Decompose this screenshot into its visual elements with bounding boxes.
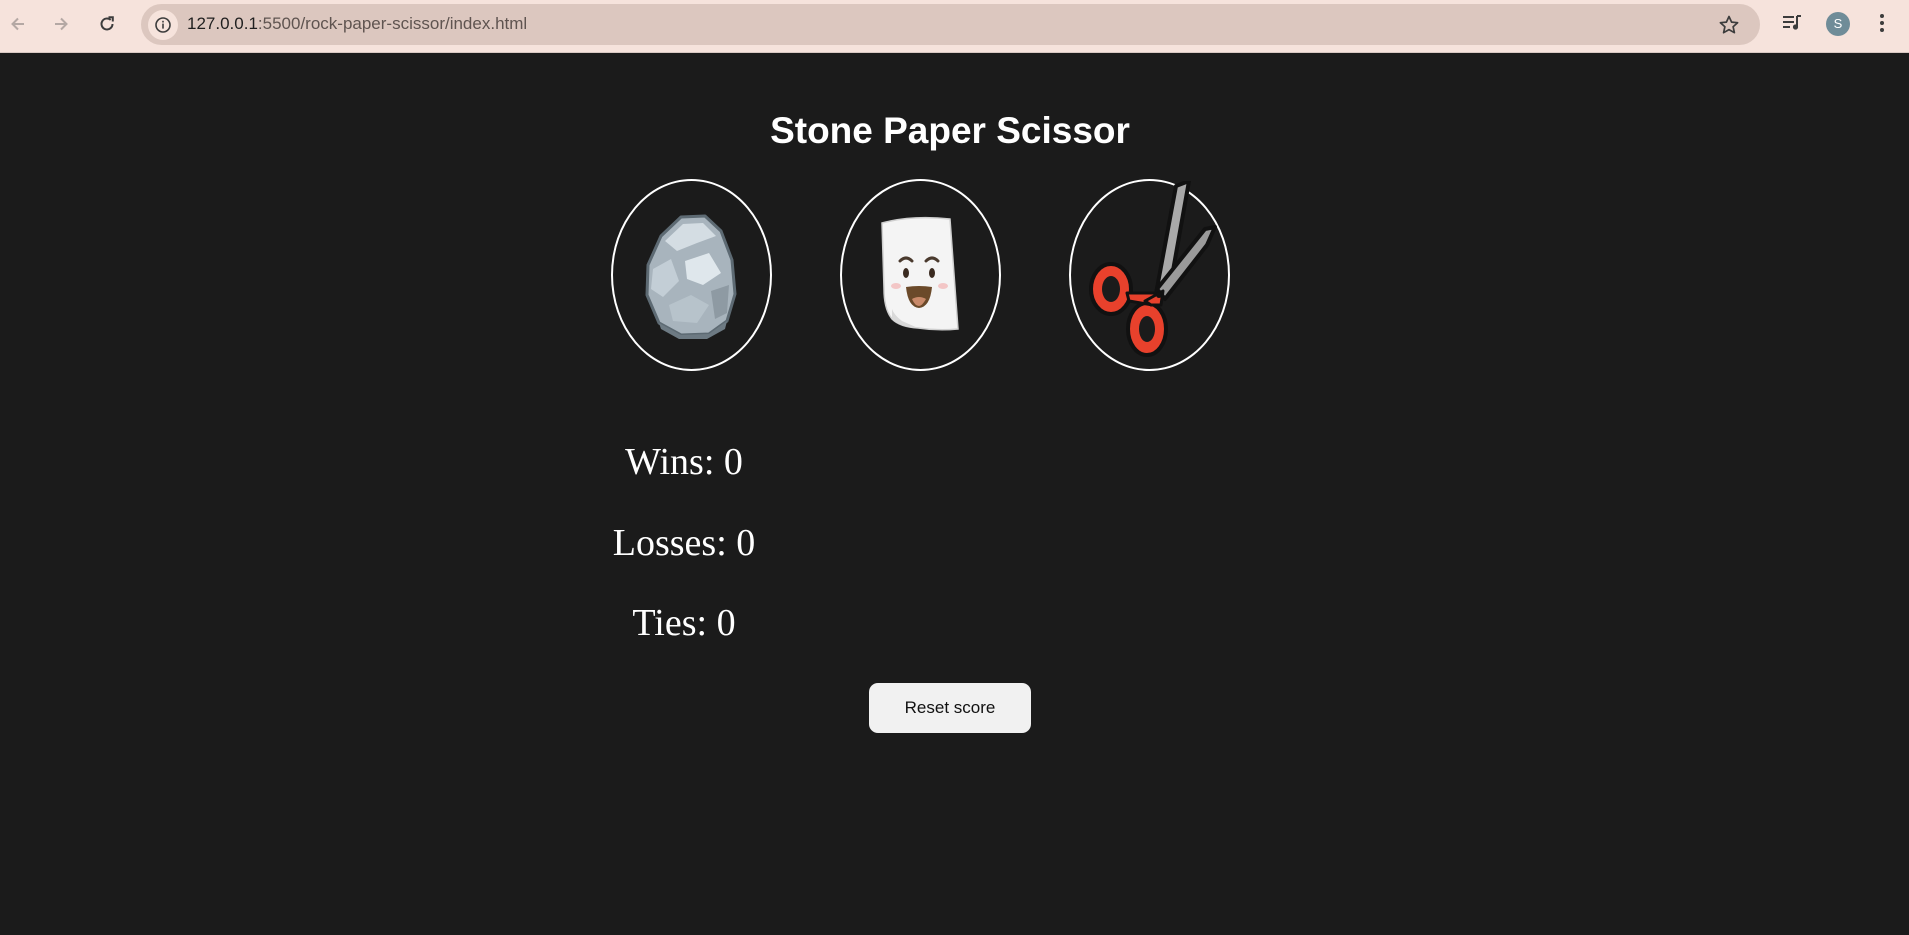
losses-count: Losses: 0	[612, 522, 756, 564]
reset-score-button[interactable]: Reset score	[869, 683, 1031, 733]
stone-button[interactable]	[611, 179, 772, 371]
paper-button[interactable]	[840, 179, 1001, 371]
profile-avatar[interactable]: S	[1826, 12, 1850, 36]
media-control-icon[interactable]	[1781, 12, 1803, 34]
stone-icon	[645, 214, 737, 339]
ties-count: Ties: 0	[632, 602, 736, 644]
back-button[interactable]	[0, 6, 36, 42]
reload-button[interactable]	[89, 6, 125, 42]
browser-toolbar: 127.0.0.1:5500/rock-paper-scissor/index.…	[0, 0, 1909, 53]
address-bar[interactable]: 127.0.0.1:5500/rock-paper-scissor/index.…	[141, 4, 1760, 45]
page-title: Stone Paper Scissor	[770, 110, 1130, 151]
reload-icon	[100, 16, 114, 31]
scissor-icon	[1089, 181, 1217, 357]
url-host: 127.0.0.1	[187, 14, 258, 33]
paper-icon	[881, 216, 959, 331]
url-path: :5500/rock-paper-scissor/index.html	[257, 14, 528, 33]
site-info-icon[interactable]	[148, 10, 178, 40]
back-icon	[11, 17, 24, 31]
forward-button[interactable]	[43, 6, 79, 42]
url-text[interactable]: 127.0.0.1:5500/rock-paper-scissor/index.…	[187, 14, 527, 34]
bookmark-star-icon[interactable]	[1718, 14, 1740, 36]
more-menu-icon[interactable]	[1872, 12, 1892, 34]
wins-count: Wins: 0	[625, 441, 743, 483]
forward-icon	[55, 17, 68, 31]
scissor-button[interactable]	[1069, 179, 1230, 371]
